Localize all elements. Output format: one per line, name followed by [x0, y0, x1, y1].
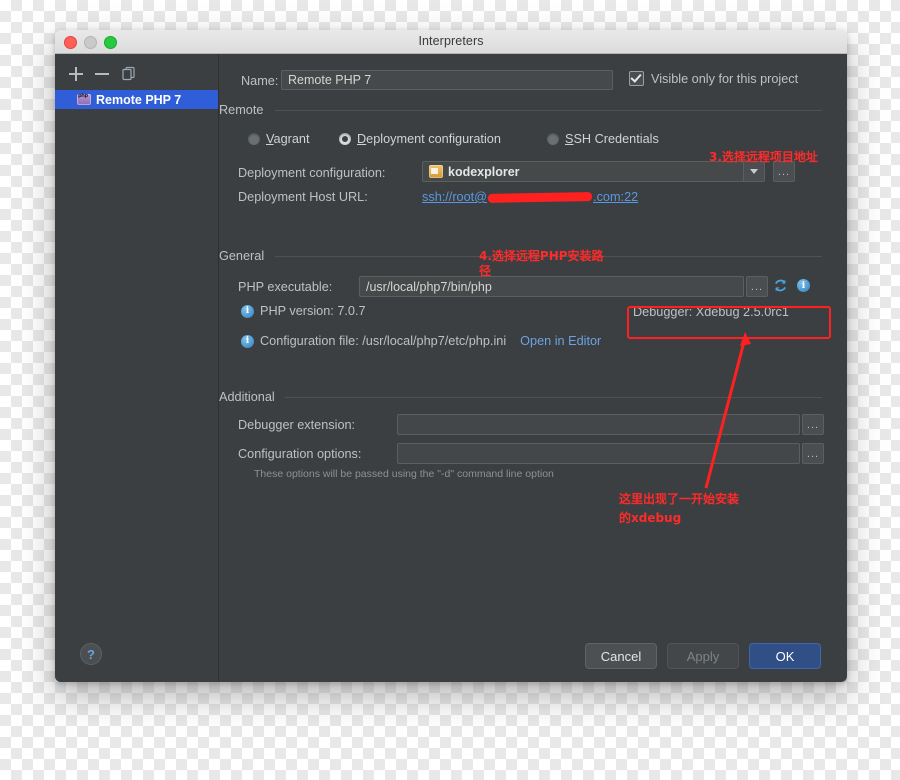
annotation-4-line1: 4.选择远程PHP安装路	[479, 249, 604, 263]
radio-vagrant-indicator[interactable]	[248, 133, 260, 145]
remote-section-title: Remote	[219, 103, 264, 117]
php-version-row: i PHP version: 7.0.7	[241, 304, 366, 318]
apply-button: Apply	[667, 643, 739, 669]
php-executable-input[interactable]: /usr/local/php7/bin/php	[359, 276, 744, 297]
configuration-file-row: i Configuration file: /usr/local/php7/et…	[241, 334, 601, 348]
radio-ssh-indicator[interactable]	[547, 133, 559, 145]
radio-deployment-configuration[interactable]: Deployment configuration	[339, 132, 501, 146]
name-row: Name:	[241, 74, 278, 88]
radio-deployment-indicator[interactable]	[339, 133, 351, 145]
visible-only-checkbox-row[interactable]: Visible only for this project	[629, 71, 798, 86]
annotation-5-line2: 的xdebug	[619, 511, 682, 525]
php-executable-browse-button[interactable]: ...	[746, 276, 768, 297]
window-title: Interpreters	[418, 34, 484, 48]
visible-only-label: Visible only for this project	[651, 71, 799, 86]
remote-section-divider	[275, 110, 822, 111]
sidebar-toolbar	[55, 62, 218, 88]
annotation-5-line1: 这里出现了一开始安装	[619, 492, 740, 506]
copy-interpreter-icon[interactable]	[121, 66, 137, 82]
add-interpreter-icon[interactable]	[69, 66, 84, 82]
debugger-extension-label: Debugger extension:	[238, 418, 356, 432]
deployment-configuration-label: Deployment configuration:	[238, 166, 386, 180]
redaction-bar	[487, 192, 593, 204]
cancel-button[interactable]: Cancel	[585, 643, 657, 669]
sidebar-item-label: Remote PHP 7	[96, 92, 182, 107]
configuration-options-hint: These options will be passed using the "…	[254, 468, 554, 480]
deployment-host-url-value[interactable]: ssh://root@ .com:22	[422, 190, 638, 204]
dialog-footer: ? Cancel Apply OK	[55, 629, 847, 682]
chevron-down-icon	[750, 169, 758, 174]
additional-section-title: Additional	[219, 390, 275, 404]
ok-button[interactable]: OK	[749, 643, 821, 669]
deployment-configuration-value: kodexplorer	[448, 164, 520, 179]
kodexplorer-icon	[429, 165, 443, 178]
refresh-icon[interactable]	[773, 278, 788, 293]
screenshot-stage: Interpreters php Remote PHP 7 Name: Remo…	[0, 0, 900, 780]
interpreter-list-sidebar: Remote PHP 7	[55, 54, 219, 682]
name-label: Name:	[241, 74, 279, 88]
php-icon	[77, 93, 91, 105]
deployment-host-url-prefix: ssh://root@	[422, 190, 488, 204]
radio-vagrant[interactable]: Vagrant	[248, 132, 310, 146]
debugger-extension-browse-button[interactable]: ...	[802, 414, 824, 435]
radio-vagrant-label: Vagrant	[266, 132, 310, 146]
interpreter-list: Remote PHP 7	[55, 90, 218, 109]
deployment-host-url-suffix: .com:22	[593, 190, 639, 204]
window-titlebar[interactable]: Interpreters	[55, 30, 847, 54]
dialog-buttons: Cancel Apply OK	[585, 643, 821, 669]
annotation-arrow	[704, 332, 751, 489]
radio-ssh-credentials[interactable]: SSH Credentials	[547, 132, 659, 146]
visible-only-checkbox[interactable]	[629, 71, 644, 86]
open-in-editor-link[interactable]: Open in Editor	[520, 334, 601, 348]
php-version-info-icon: i	[241, 304, 254, 318]
general-section-title: General	[219, 249, 265, 263]
configuration-options-label: Configuration options:	[238, 447, 362, 461]
annotation-4-line2: 径	[479, 264, 492, 278]
php-executable-label: PHP executable:	[238, 280, 333, 294]
configuration-options-browse-button[interactable]: ...	[802, 443, 824, 464]
remove-interpreter-icon[interactable]	[95, 67, 110, 82]
help-button[interactable]: ?	[80, 643, 102, 665]
configuration-file-label: Configuration file: /usr/local/php7/etc/…	[260, 334, 507, 348]
php-executable-info-icon[interactable]: i	[797, 279, 810, 292]
radio-ssh-label: SSH Credentials	[565, 132, 659, 146]
sidebar-item-remote-php-7[interactable]: Remote PHP 7	[55, 90, 218, 109]
name-input[interactable]: Remote PHP 7	[281, 70, 613, 90]
php-version-label: PHP version: 7.0.7	[260, 304, 366, 318]
deployment-host-url-label: Deployment Host URL:	[238, 190, 368, 204]
configuration-file-info-icon: i	[241, 334, 254, 348]
radio-deployment-label: Deployment configuration	[357, 132, 501, 146]
annotation-3-text: 3.选择远程项目地址	[709, 150, 818, 164]
